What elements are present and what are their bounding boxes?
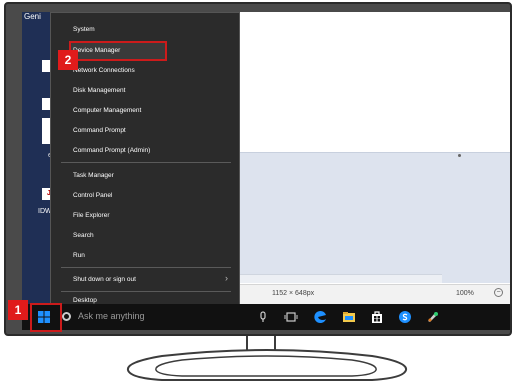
menu-item-shut-down[interactable]: Shut down or sign out [51,271,239,289]
step-2-callout: 2 [58,50,78,70]
zoom-out-button[interactable]: − [494,288,503,297]
menu-item-system[interactable]: System [51,21,239,39]
menu-item-device-manager[interactable]: Device Manager [51,42,239,60]
canvas-handle[interactable] [458,154,461,157]
task-view-icon[interactable] [284,310,298,324]
menu-separator [61,267,231,268]
screen: Geni e JT IDW 1152 × 648px 100% − System… [22,12,510,330]
skype-icon[interactable] [398,310,412,324]
taskbar-search-box[interactable]: Ask me anything [78,311,145,321]
menu-item-search[interactable]: Search [51,227,239,245]
paint-app-icon[interactable] [426,310,440,324]
desktop-shortcut-icon[interactable] [42,118,50,144]
menu-separator [61,162,231,163]
file-explorer-icon[interactable] [342,310,356,324]
desktop-label: Geni [24,12,41,21]
menu-item-network-connections[interactable]: Network Connections [51,62,239,80]
desktop-shortcut-icon[interactable] [42,60,50,72]
zoom-level: 100% [456,290,474,297]
cortana-icon[interactable] [62,312,71,321]
menu-item-control-panel[interactable]: Control Panel [51,187,239,205]
menu-item-task-manager[interactable]: Task Manager [51,167,239,185]
store-icon[interactable] [370,310,384,324]
desktop-shortcut-icon[interactable] [42,98,50,110]
quick-link-menu: System Device Manager Network Connection… [50,12,240,314]
menu-item-command-prompt[interactable]: Command Prompt [51,122,239,140]
microphone-icon[interactable] [256,310,270,324]
edge-browser-icon[interactable] [314,310,328,324]
chevron-right-icon: › [225,273,228,283]
menu-item-command-prompt-admin[interactable]: Command Prompt (Admin) [51,142,239,160]
monitor-stand-base [126,349,408,381]
menu-item-computer-management[interactable]: Computer Management [51,102,239,120]
menu-item-run[interactable]: Run [51,247,239,265]
menu-item-file-explorer[interactable]: File Explorer [51,207,239,225]
image-size-readout: 1152 × 648px [272,290,315,297]
menu-item-disk-management[interactable]: Disk Management [51,82,239,100]
step-1-callout: 1 [8,300,28,320]
start-button-highlight [30,303,62,332]
